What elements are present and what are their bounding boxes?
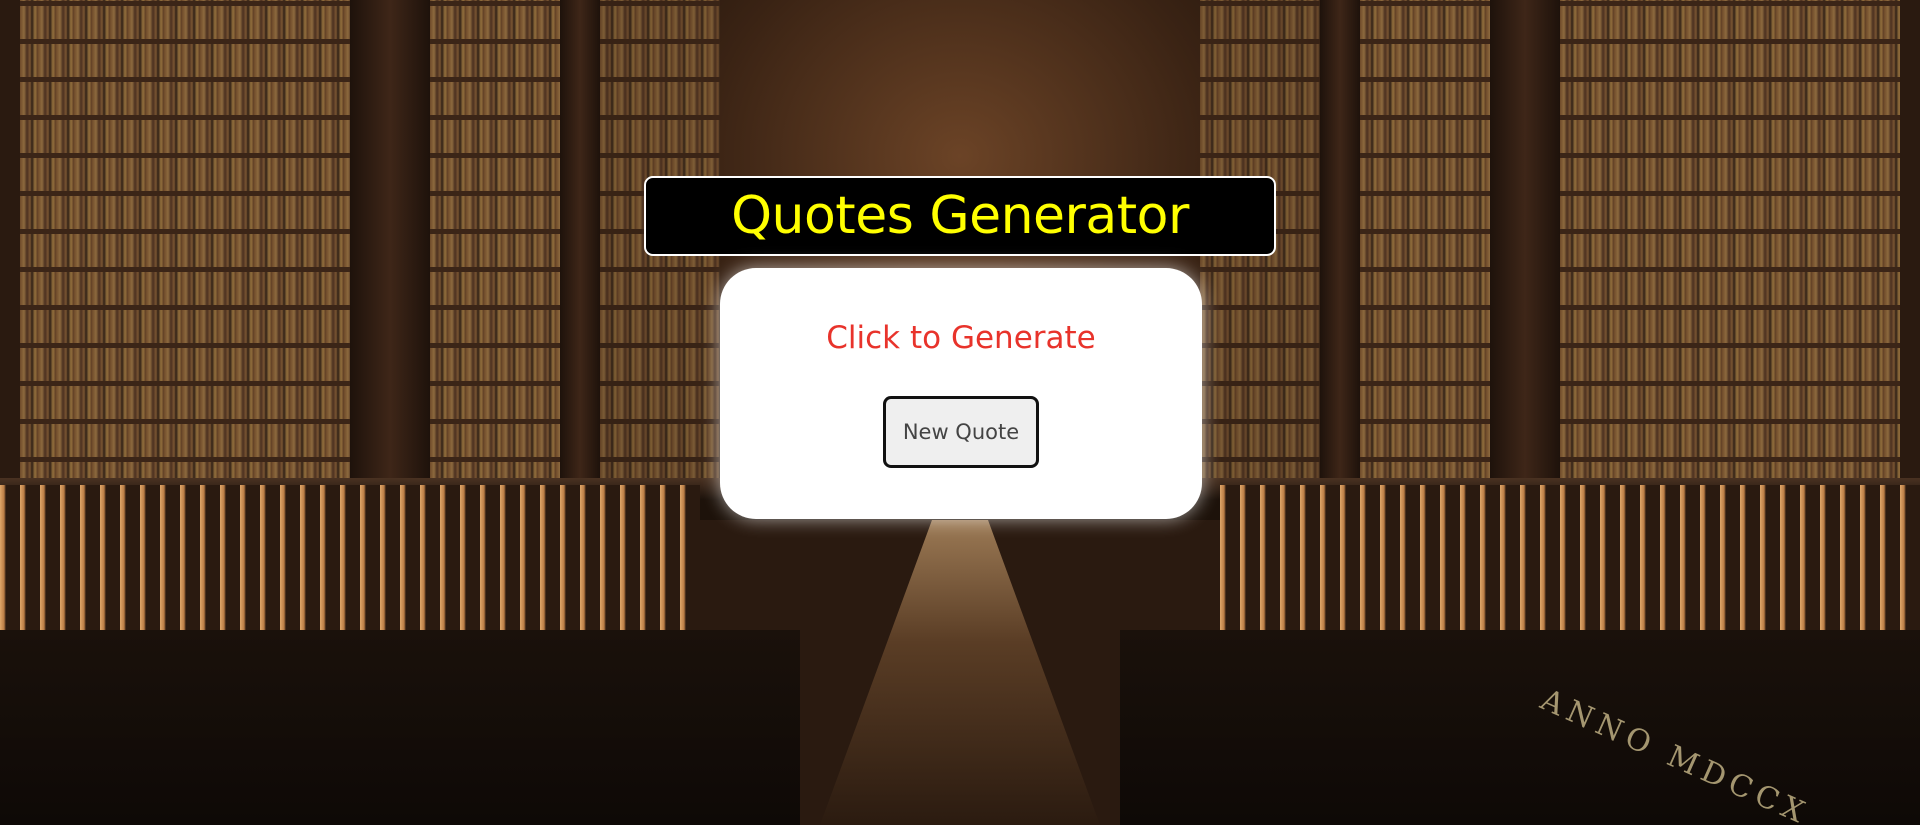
new-quote-button[interactable]: New Quote [883, 396, 1039, 468]
pillar [560, 0, 600, 520]
balcony-left [0, 485, 700, 645]
bookshelf-right-inner [1360, 0, 1490, 500]
quote-card: Click to Generate New Quote [720, 268, 1202, 519]
library-hall [820, 520, 1100, 825]
pillar [1490, 0, 1560, 520]
quote-text: Click to Generate [826, 320, 1096, 356]
balcony-right [1220, 485, 1920, 645]
pillar [350, 0, 430, 520]
page-title: Quotes Generator [731, 186, 1189, 246]
title-banner: Quotes Generator [644, 176, 1276, 256]
bookshelf-left [20, 0, 350, 500]
pillar [1320, 0, 1360, 520]
bookshelf-right [1560, 0, 1900, 500]
bookshelf-left-inner [430, 0, 560, 500]
lower-shelves-left [0, 630, 800, 825]
